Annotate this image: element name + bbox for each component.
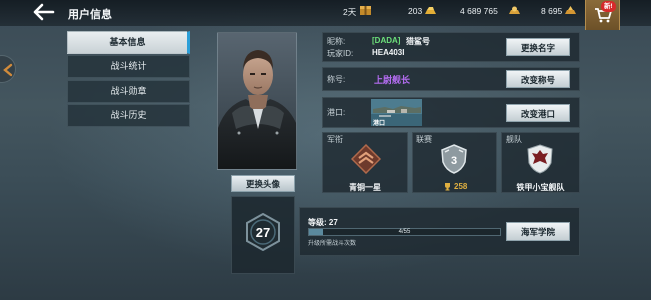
title-label: 称号: xyxy=(327,75,346,84)
rank-label: 军衔 xyxy=(327,135,343,144)
menu-item-basic-info[interactable]: 基本信息 xyxy=(67,31,190,54)
captain-avatar-image xyxy=(218,50,296,169)
back-arrow-icon[interactable] xyxy=(33,3,55,21)
level-badge: 27 xyxy=(246,213,280,251)
free-xp-count: 8 695 xyxy=(541,6,563,16)
premium-crate-icon xyxy=(360,6,371,15)
fleet-eagle-emblem-icon xyxy=(527,144,553,174)
change-port-button[interactable]: 改变港口 xyxy=(506,104,570,122)
change-title-button[interactable]: 改变称号 xyxy=(506,70,570,88)
league-label: 联赛 xyxy=(416,135,432,144)
bronze-star-rank-icon xyxy=(351,144,381,174)
gold-bars-icon xyxy=(425,7,436,14)
free-xp-icon xyxy=(565,6,576,14)
days-remaining: 2天 xyxy=(343,7,357,17)
change-name-button[interactable]: 更换名字 xyxy=(506,38,570,56)
level-progress-text: 4/55 xyxy=(398,229,411,235)
fleet-value: 铁甲小宝舰队 xyxy=(516,183,565,192)
league-badge-number: 3 xyxy=(451,155,457,167)
new-badge: 新! xyxy=(601,1,616,12)
clan-tag: [DADA] xyxy=(372,36,401,45)
level-number: 27 xyxy=(256,225,270,240)
port-label: 港口: xyxy=(327,108,346,117)
menu-item-battle-stats[interactable]: 战斗统计 xyxy=(67,55,190,78)
league-points: 258 xyxy=(454,182,468,191)
level-label: 等级: 27 xyxy=(308,218,338,227)
side-panel-toggle[interactable] xyxy=(0,55,16,83)
naval-academy-button[interactable]: 海军学院 xyxy=(506,222,570,241)
port-name: 港口 xyxy=(373,121,386,127)
league-shield-icon: 3 xyxy=(441,144,467,174)
fleet-label: 舰队 xyxy=(506,135,522,144)
title-value: 上尉舰长 xyxy=(374,75,411,85)
menu-item-battle-medals[interactable]: 战斗勋章 xyxy=(67,80,190,103)
player-id-label: 玩家ID: xyxy=(327,49,354,58)
rank-value: 青铜一星 xyxy=(349,183,381,192)
change-avatar-button[interactable]: 更换头像 xyxy=(231,175,295,192)
gold-count: 203 xyxy=(408,6,423,16)
level-progress-hint: 升级所需战斗次数 xyxy=(308,241,357,247)
menu-item-battle-history[interactable]: 战斗历史 xyxy=(67,104,190,127)
player-id-value: HEA403I xyxy=(372,48,405,57)
nickname-label: 昵称: xyxy=(327,37,346,46)
trophy-icon xyxy=(445,183,450,191)
chevron-left-icon xyxy=(3,63,13,77)
page-title: 用户信息 xyxy=(68,9,112,21)
captain-portrait xyxy=(217,32,297,170)
nickname-value: 猎鲨号 xyxy=(406,37,430,46)
silver-icon xyxy=(509,6,520,14)
silver-count: 4 689 765 xyxy=(460,6,498,16)
